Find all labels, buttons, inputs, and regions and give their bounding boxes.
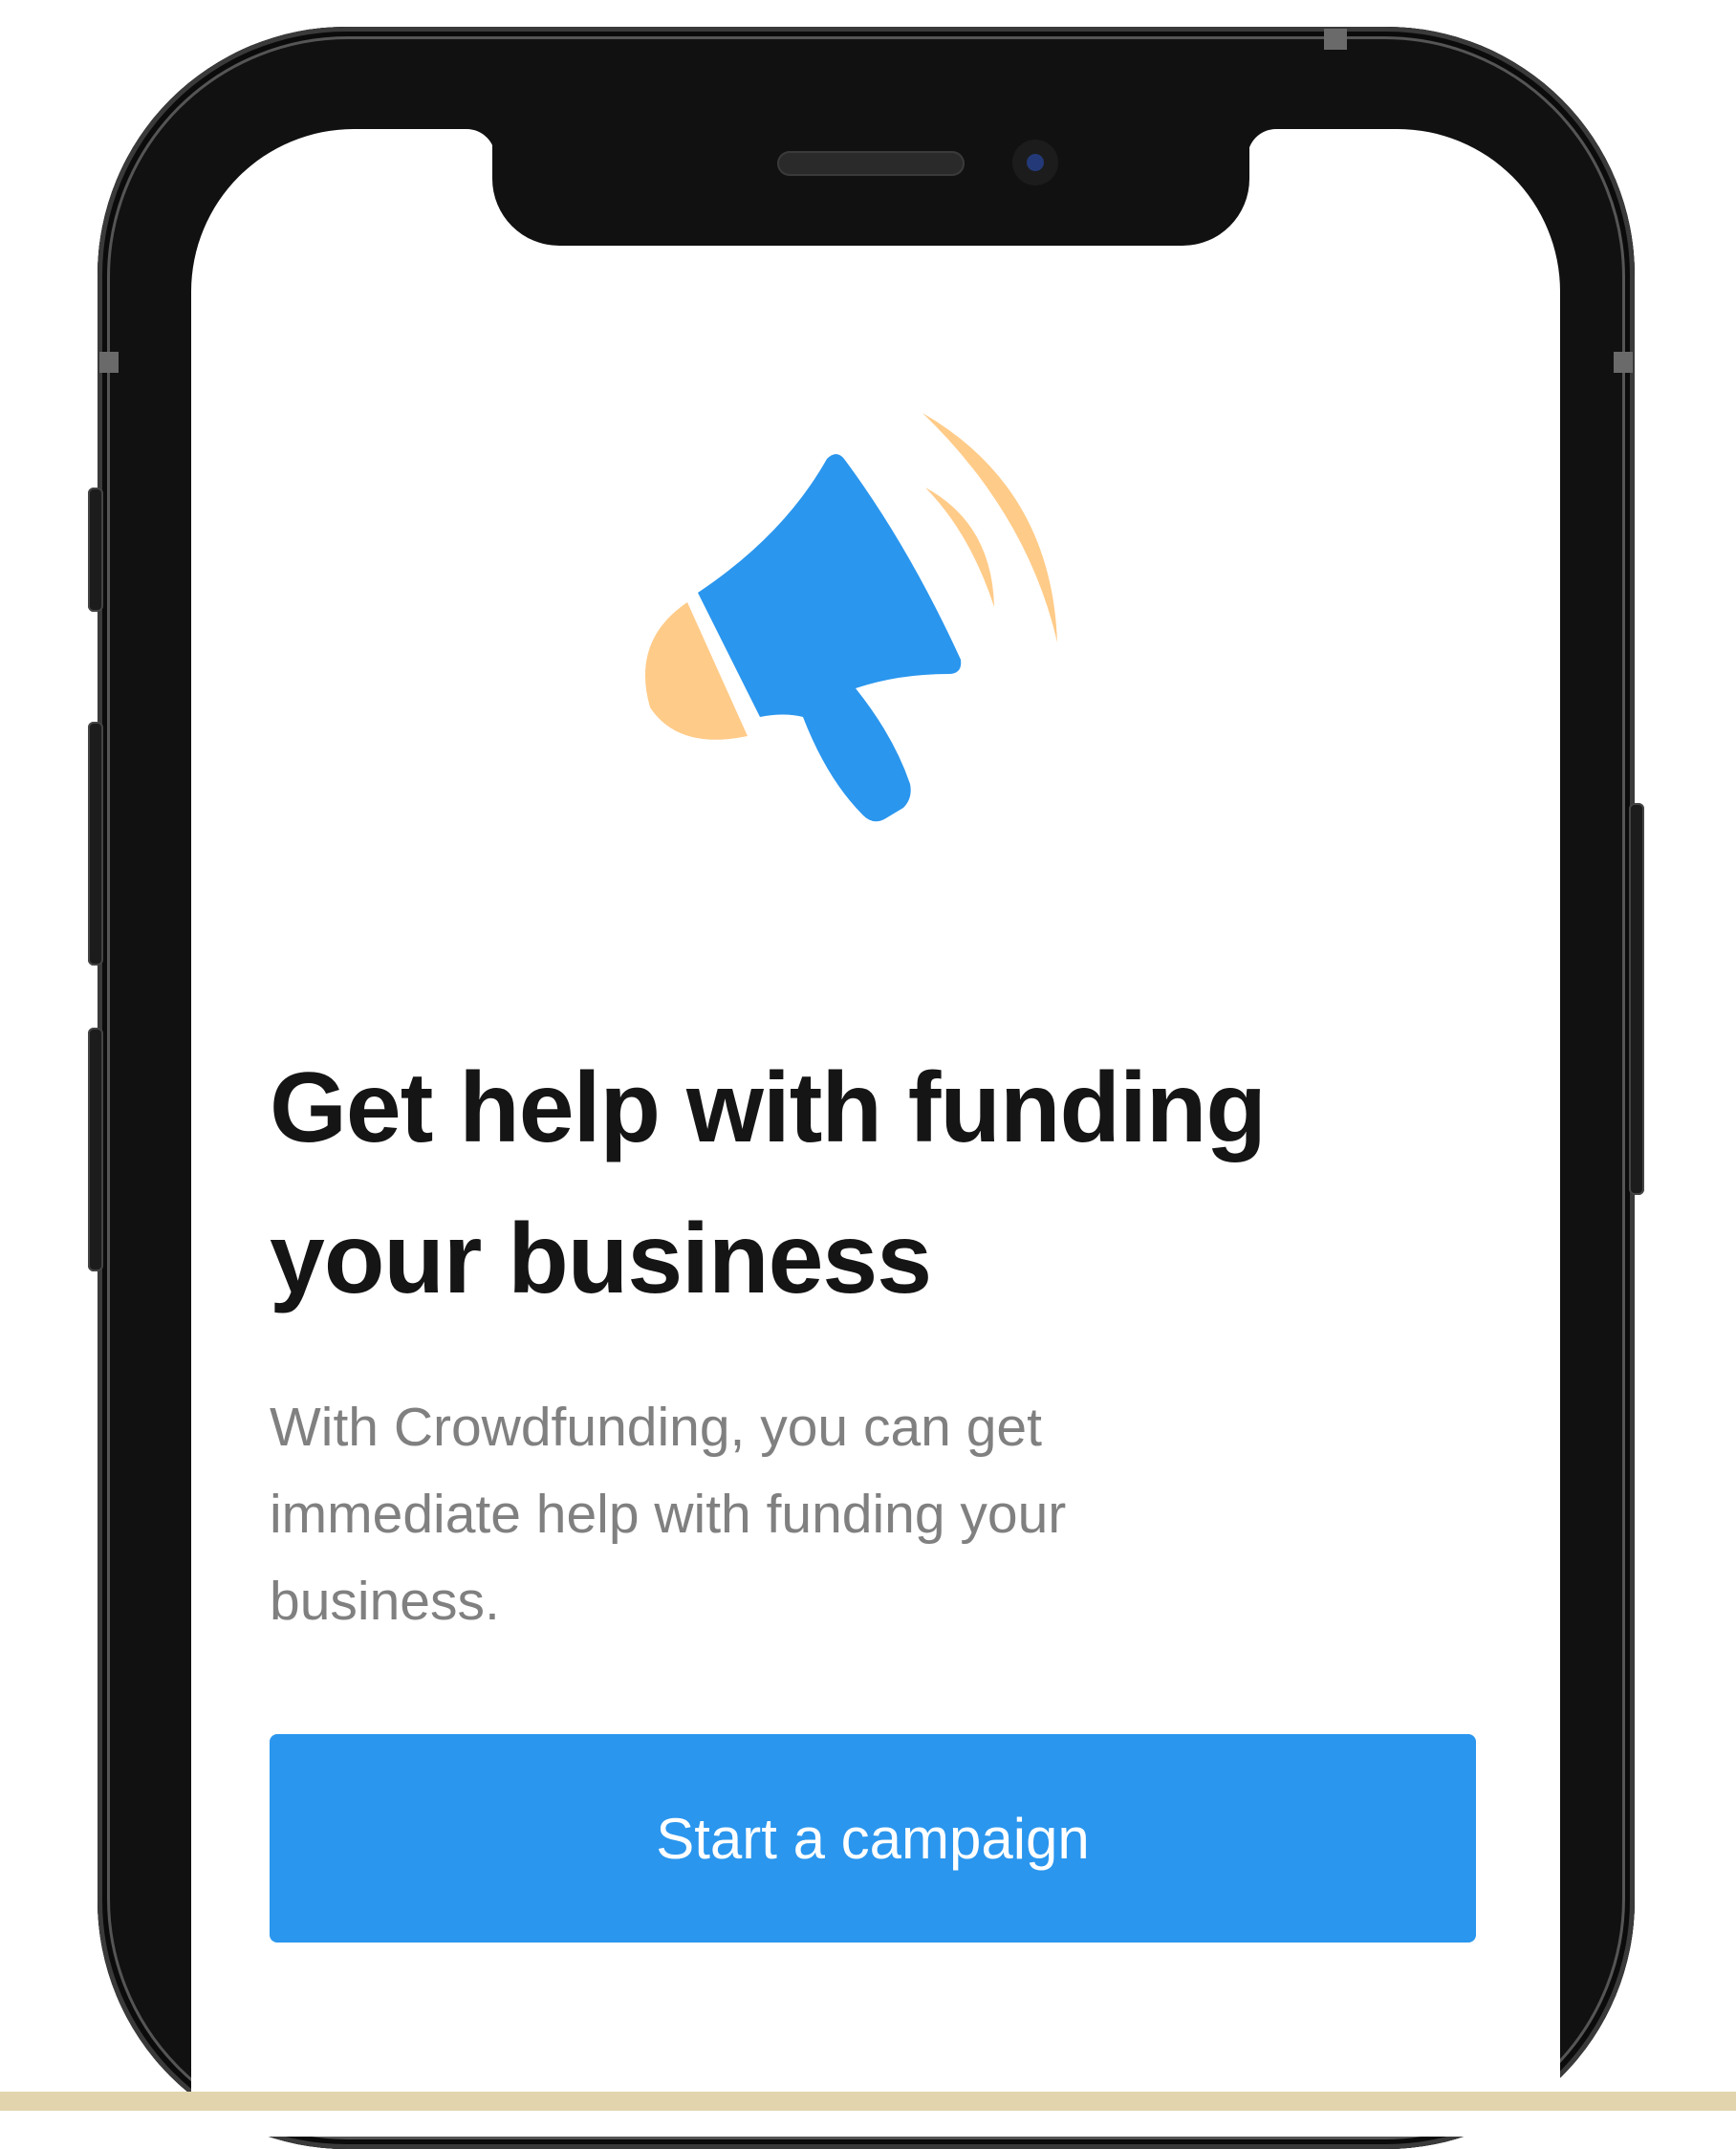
floor-surface <box>0 2092 1736 2111</box>
sound-wave-outer <box>922 413 1057 642</box>
antenna-band-top <box>1324 29 1347 50</box>
sound-wave-inner <box>925 488 994 607</box>
notch-corner-right <box>1248 129 1276 158</box>
antenna-band-right <box>1614 352 1633 373</box>
front-camera <box>1012 140 1058 185</box>
megaphone-icon <box>644 413 1057 822</box>
mute-switch <box>88 488 103 612</box>
volume-up-button <box>88 722 103 966</box>
volume-down-button <box>88 1028 103 1271</box>
page-title: Get help with funding your business <box>270 1032 1465 1335</box>
start-campaign-button[interactable]: Start a campaign <box>270 1734 1476 1943</box>
page-title-line-1: Get help with funding <box>270 1053 1267 1163</box>
megaphone-body-and-handle <box>698 454 962 822</box>
phone-notch <box>492 129 1249 246</box>
description-text: With Crowdfunding, you can get immediate… <box>270 1397 1067 1632</box>
antenna-band-left <box>99 352 119 373</box>
earpiece-speaker <box>777 151 965 176</box>
power-button <box>1629 803 1644 1195</box>
notch-corner-left <box>467 129 495 158</box>
page-title-line-2: your business <box>270 1204 932 1314</box>
